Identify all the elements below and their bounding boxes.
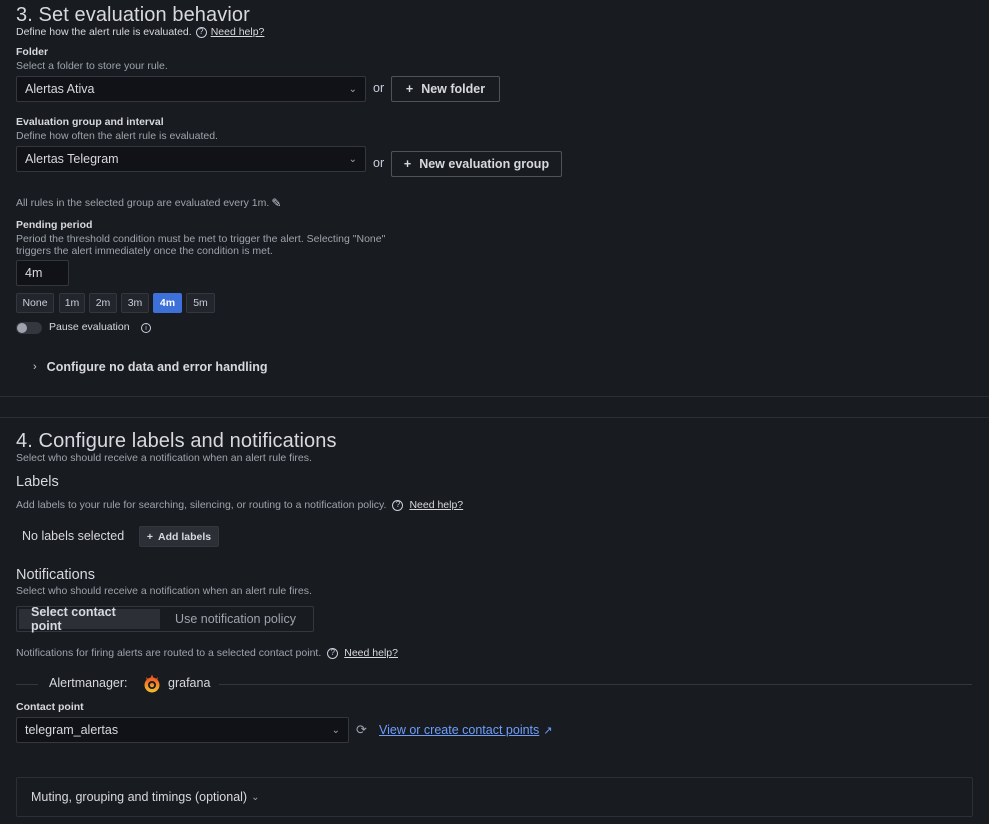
folder-select[interactable]: Alertas Ativa ⌄ <box>16 76 366 102</box>
divider <box>0 417 989 418</box>
chevron-down-icon: ⌄ <box>348 153 357 165</box>
labels-description: Add labels to your rule for searching, s… <box>16 499 387 511</box>
pause-evaluation-label: Pause evaluation <box>49 321 130 333</box>
folder-description: Select a folder to store your rule. <box>16 60 168 72</box>
group-interval-text: All rules in the selected group are eval… <box>16 197 270 209</box>
group-select-value: Alertas Telegram <box>25 152 119 166</box>
chevron-down-icon: ⌄ <box>251 791 260 803</box>
notifications-description: Select who should receive a notification… <box>16 585 312 597</box>
section4-description: Select who should receive a notification… <box>16 452 312 464</box>
pending-description-1: Period the threshold condition must be m… <box>16 233 386 245</box>
no-data-label: Configure no data and error handling <box>46 360 268 374</box>
plus-icon: + <box>403 157 412 171</box>
need-help-link[interactable]: Need help? <box>409 499 463 511</box>
group-select[interactable]: Alertas Telegram ⌄ <box>16 146 366 172</box>
labels-desc-row: Add labels to your rule for searching, s… <box>16 499 463 511</box>
routing-note: Notifications for firing alerts are rout… <box>16 647 322 659</box>
or-text: or <box>373 156 385 170</box>
new-folder-label: New folder <box>421 82 486 96</box>
view-contact-points-link[interactable]: View or create contact points ↗ <box>379 723 553 737</box>
pencil-icon[interactable]: ✎ <box>271 196 281 210</box>
pending-description-2: triggers the alert immediately once the … <box>16 245 273 257</box>
tab-select-contact-point[interactable]: Select contact point <box>19 605 160 633</box>
section3-description: Define how the alert rule is evaluated. <box>16 26 192 38</box>
question-icon: ? <box>327 647 339 659</box>
labels-heading: Labels <box>16 474 59 490</box>
new-evaluation-group-label: New evaluation group <box>419 157 550 171</box>
routing-note-row: Notifications for firing alerts are rout… <box>16 647 398 659</box>
pending-input-value: 4m <box>25 266 43 280</box>
section4-title: 4. Configure labels and notifications <box>16 430 337 452</box>
pending-option-5m[interactable]: 5m <box>186 293 215 313</box>
muting-label: Muting, grouping and timings (optional) <box>31 790 248 804</box>
pending-input[interactable]: 4m <box>16 260 69 286</box>
plus-icon: + <box>405 82 414 96</box>
need-help-link[interactable]: Need help? <box>211 26 265 38</box>
pending-option-none[interactable]: None <box>16 293 54 313</box>
alertmanager-value: grafana <box>168 676 211 690</box>
question-icon: ? <box>195 26 207 38</box>
pause-evaluation-toggle[interactable] <box>16 322 42 334</box>
view-contact-points-label: View or create contact points <box>379 723 540 737</box>
refresh-icon[interactable]: ⟳ <box>356 722 367 738</box>
pending-option-3m[interactable]: 3m <box>121 293 149 313</box>
new-folder-button[interactable]: + New folder <box>391 76 500 102</box>
notifications-heading: Notifications <box>16 567 95 583</box>
section3-desc-row: Define how the alert rule is evaluated. … <box>16 26 264 38</box>
or-text: or <box>373 81 385 95</box>
no-data-collapse[interactable]: › Configure no data and error handling <box>33 360 268 374</box>
pending-label: Pending period <box>16 219 93 231</box>
contact-point-label: Contact point <box>16 701 84 713</box>
muting-collapse[interactable]: Muting, grouping and timings (optional) … <box>16 777 973 817</box>
divider <box>16 684 38 685</box>
group-interval-note: All rules in the selected group are eval… <box>16 196 281 210</box>
tab-use-notification-policy[interactable]: Use notification policy <box>160 609 311 629</box>
grafana-logo-icon <box>142 674 162 694</box>
no-labels-text: No labels selected <box>22 529 125 543</box>
section3-title: 3. Set evaluation behavior <box>16 4 250 26</box>
pending-option-1m[interactable]: 1m <box>59 293 85 313</box>
chevron-down-icon: ⌄ <box>348 83 357 95</box>
group-label: Evaluation group and interval <box>16 116 164 128</box>
pending-option-2m[interactable]: 2m <box>89 293 117 313</box>
need-help-link[interactable]: Need help? <box>344 647 398 659</box>
info-icon: i <box>141 323 151 333</box>
contact-point-select[interactable]: telegram_alertas ⌄ <box>16 717 349 743</box>
add-labels-button[interactable]: + Add labels <box>139 526 219 547</box>
folder-select-value: Alertas Ativa <box>25 82 95 96</box>
chevron-right-icon: › <box>33 361 37 373</box>
divider <box>219 684 972 685</box>
alertmanager-label: Alertmanager: <box>49 676 128 690</box>
question-icon: ? <box>392 499 404 511</box>
pending-option-4m[interactable]: 4m <box>153 293 182 313</box>
divider <box>0 396 989 397</box>
plus-icon: + <box>146 530 154 543</box>
chevron-down-icon: ⌄ <box>331 724 340 736</box>
new-evaluation-group-button[interactable]: + New evaluation group <box>391 151 562 177</box>
contact-point-value: telegram_alertas <box>25 723 119 737</box>
contact-mode-segmented: Select contact point Use notification po… <box>16 605 314 633</box>
folder-label: Folder <box>16 46 49 58</box>
external-link-icon: ↗ <box>543 724 553 737</box>
add-labels-label: Add labels <box>158 530 212 543</box>
group-description: Define how often the alert rule is evalu… <box>16 130 218 142</box>
